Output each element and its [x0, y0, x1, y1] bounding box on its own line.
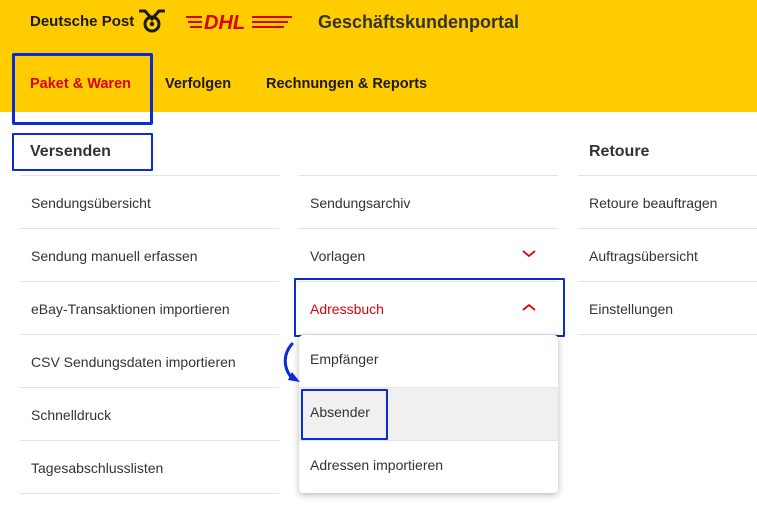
menu-item-label: Sendungsübersicht — [31, 195, 151, 211]
dropdown-item-label: Adressen importieren — [310, 457, 444, 473]
dropdown-item-empfaenger[interactable]: Empfänger — [299, 335, 558, 388]
post-horn-icon — [139, 9, 165, 33]
menu-item-csv-import[interactable]: CSV Sendungsdaten importieren — [20, 335, 279, 388]
menu-item-vorlagen[interactable]: Vorlagen — [299, 229, 558, 282]
portal-title: Geschäftskundenportal — [318, 12, 520, 32]
svg-text:DHL: DHL — [204, 12, 245, 33]
column-title-retoure: Retoure — [589, 143, 650, 160]
nav-rechnungen-reports[interactable]: Rechnungen & Reports — [266, 76, 427, 92]
column-title-versenden: Versenden — [30, 143, 111, 160]
menu-item-tagesabschlusslisten[interactable]: Tagesabschlusslisten — [20, 441, 279, 494]
menu-item-label: CSV Sendungsdaten importieren — [31, 354, 236, 370]
portal-header: Deutsche Post DHL Geschäftskundenportal … — [0, 0, 757, 112]
dropdown-item-absender[interactable]: Absender — [299, 388, 558, 441]
menu-item-label: Adressbuch — [310, 301, 384, 317]
dropdown-item-label: Empfänger — [310, 351, 379, 367]
menu-item-adressbuch[interactable]: Adressbuch — [299, 282, 558, 335]
menu-item-label: Vorlagen — [310, 248, 366, 264]
curved-arrow-icon — [283, 342, 300, 382]
nav-paket-waren[interactable]: Paket & Waren — [30, 76, 131, 92]
menu-item-label: Retoure beauftragen — [589, 195, 718, 211]
menu-item-label: Schnelldruck — [31, 407, 112, 423]
menu-item-sendungsuebersicht[interactable]: Sendungsübersicht — [20, 176, 279, 229]
menu-item-schnelldruck[interactable]: Schnelldruck — [20, 388, 279, 441]
menu-item-sendungsarchiv[interactable]: Sendungsarchiv — [299, 176, 558, 229]
menu-item-label: Tagesabschlusslisten — [31, 460, 164, 476]
menu-item-ebay-import[interactable]: eBay-Transaktionen importieren — [20, 282, 279, 335]
dropdown-item-label: Absender — [310, 404, 370, 420]
deutsche-post-brand: Deutsche Post — [30, 13, 135, 30]
adressbuch-dropdown: Empfänger Absender Adressen importieren — [299, 335, 558, 493]
dhl-logo: DHL — [186, 12, 292, 33]
menu-item-label: Auftragsübersicht — [589, 248, 698, 264]
chevron-down-icon — [522, 250, 536, 258]
menu-item-retoure-beauftragen[interactable]: Retoure beauftragen — [578, 176, 757, 229]
menu-item-sendung-manuell-erfassen[interactable]: Sendung manuell erfassen — [20, 229, 279, 282]
dropdown-item-adressen-importieren[interactable]: Adressen importieren — [299, 441, 558, 493]
menu-item-label: eBay-Transaktionen importieren — [31, 301, 230, 317]
menu-item-label: Sendungsarchiv — [310, 195, 411, 211]
menu-item-label: Sendung manuell erfassen — [31, 248, 198, 264]
menu-item-einstellungen[interactable]: Einstellungen — [578, 282, 757, 335]
nav-verfolgen[interactable]: Verfolgen — [165, 76, 231, 92]
menu-item-auftragsuebersicht[interactable]: Auftragsübersicht — [578, 229, 757, 282]
menu-item-label: Einstellungen — [589, 301, 674, 317]
chevron-up-icon — [522, 303, 536, 311]
